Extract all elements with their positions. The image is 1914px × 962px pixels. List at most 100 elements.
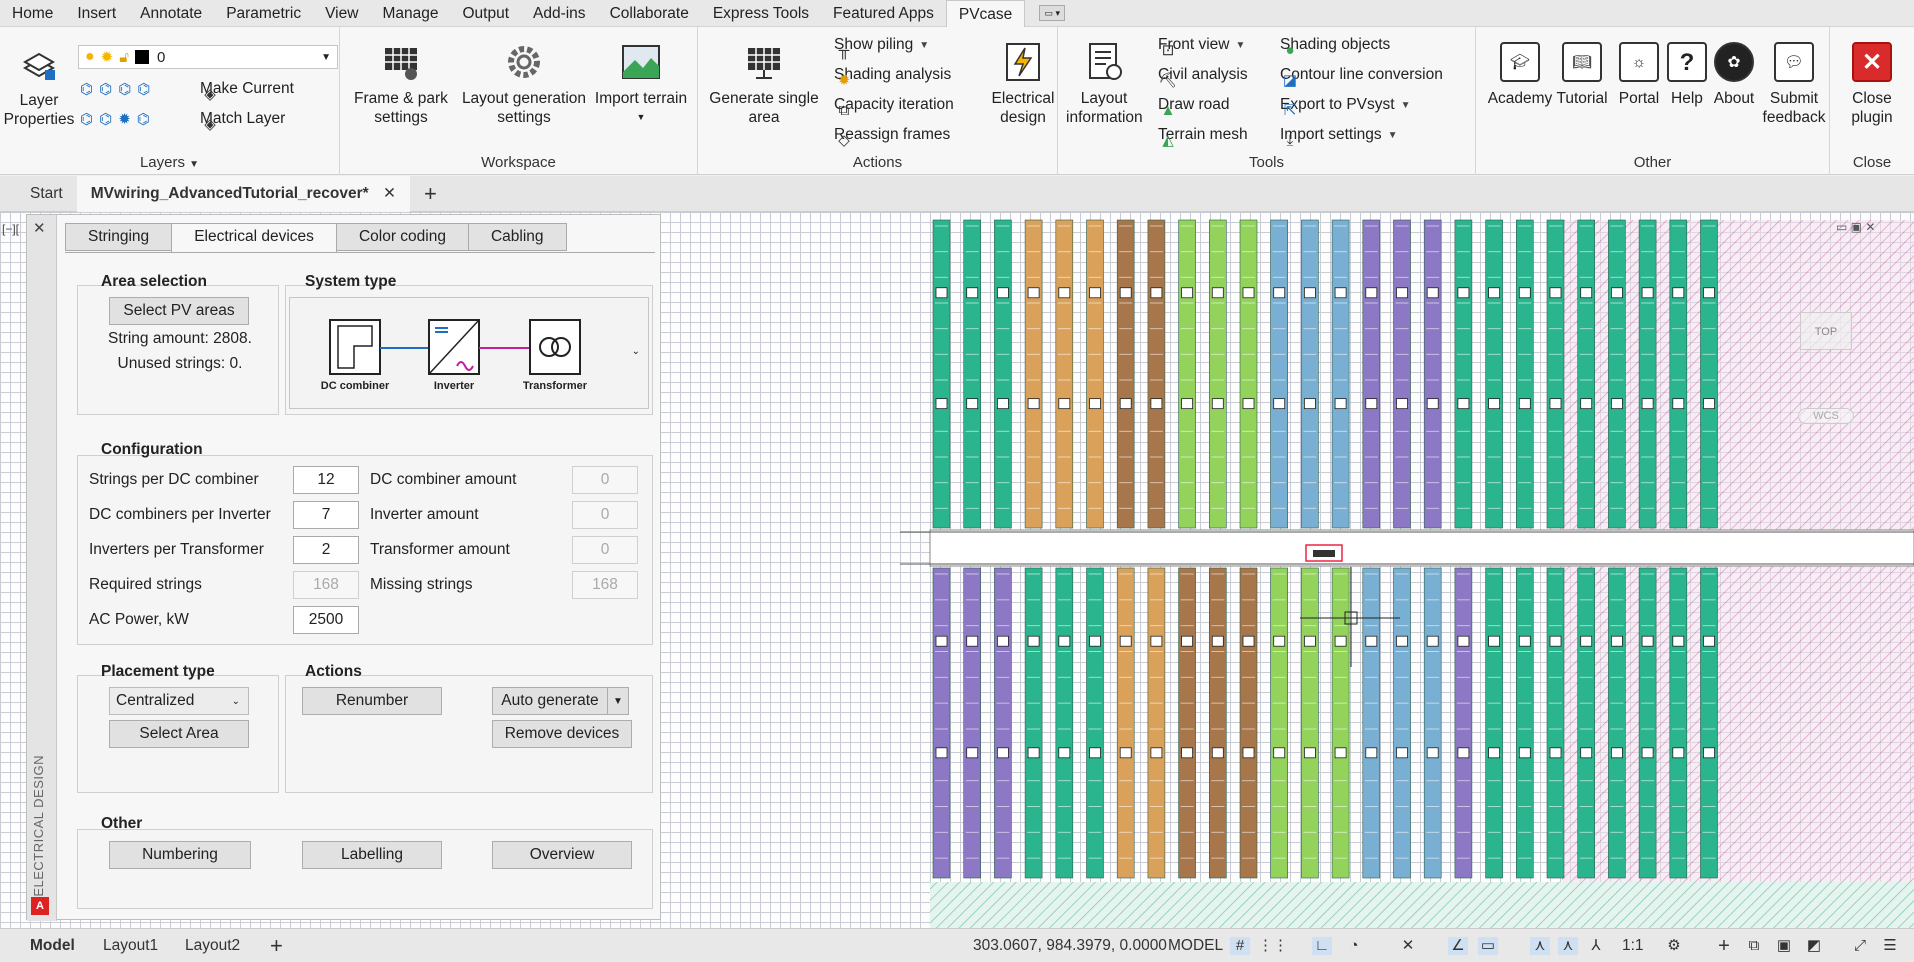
tab-annotate[interactable]: Annotate [128,0,214,27]
terrain-mesh-button[interactable]: ◭ Terrain mesh [1158,123,1248,149]
overview-button[interactable]: Overview [492,841,632,869]
osnap-tracking-icon[interactable]: ✕ [1398,937,1418,955]
contour-line-conversion-button[interactable]: ◪ Contour line conversion [1280,63,1443,89]
reassign-frames-button[interactable]: ◇ Reassign frames [834,123,950,149]
tab-home[interactable]: Home [0,0,65,27]
auto-generate-dropdown[interactable]: ▼ [607,687,629,715]
tab-collaborate[interactable]: Collaborate [598,0,701,27]
civil-analysis-button[interactable]: ⛏ Civil analysis [1158,63,1248,89]
tab-add-ins[interactable]: Add-ins [521,0,598,27]
draw-road-button[interactable]: ▲ Draw road [1158,93,1230,119]
wcs-menu[interactable]: WCS [1798,408,1854,424]
annotation-autoscale-icon[interactable]: ⋏ [1558,937,1578,955]
tab-featured-apps[interactable]: Featured Apps [821,0,946,27]
tab-pvcase[interactable]: PVcase [945,0,1026,27]
annotation-scale-value[interactable]: 1:1 [1622,929,1644,962]
academy-button[interactable]: 🎓︎ Academy [1482,41,1558,108]
show-piling-button[interactable]: ╥ Show piling ▼ [834,33,929,59]
selection-cycling-icon[interactable]: ▭ [1478,937,1498,955]
select-area-button[interactable]: Select Area [109,720,249,748]
generate-single-area-button[interactable]: Generate single area [704,41,824,127]
annotation-scale-icon[interactable]: ⅄ [1586,937,1606,955]
tab-express-tools[interactable]: Express Tools [701,0,821,27]
grid-icon[interactable]: # [1230,937,1250,955]
inverters-per-transformer-input[interactable]: 2 [293,536,359,564]
match-layer-button[interactable]: ◈ Match Layer [200,107,285,133]
import-terrain-button[interactable]: Import terrain ▼ [582,41,700,127]
close-tab-icon[interactable]: ✕ [383,185,396,202]
add-layout-button[interactable]: + [270,929,283,962]
tab-parametric[interactable]: Parametric [214,0,313,27]
placement-type-select[interactable]: Centralized ⌄ [109,687,249,715]
dc-per-inverter-input[interactable]: 7 [293,501,359,529]
plus-icon[interactable]: + [1714,936,1734,956]
shading-analysis-button[interactable]: ✹ Shading analysis [834,63,951,89]
system-type-selector[interactable]: DC combiner Inverter Transformer ⌄ [289,297,649,409]
electrical-design-button[interactable]: Electrical design [988,41,1058,127]
viewport-controls[interactable]: ▭ ▣ ✕ [1836,220,1875,234]
tutorial-button[interactable]: 📖︎ Tutorial [1552,41,1612,108]
ribbon-toggle-button[interactable]: ▭ ▾ [1039,5,1066,21]
add-tab-button[interactable]: + [410,176,451,212]
lineweight-icon[interactable]: ∠ [1448,937,1468,955]
missing-strings-label: Missing strings [370,576,473,593]
select-pv-areas-button[interactable]: Select PV areas [109,297,249,325]
front-view-button[interactable]: ⊡ Front view ▼ [1158,33,1245,59]
customize-menu-icon[interactable]: ☰ [1880,937,1900,955]
submit-feedback-button[interactable]: 💬︎ Submit feedback [1756,41,1832,127]
remove-devices-button[interactable]: Remove devices [492,720,632,748]
labelling-button[interactable]: Labelling [302,841,442,869]
tab-view[interactable]: View [313,0,370,27]
numbering-button[interactable]: Numbering [109,841,251,869]
panel-tools: Layout information ⊡ Front view ▼ ⛏ Civil a… [1058,27,1476,175]
hardware-acceleration-icon[interactable]: ▣ [1774,937,1794,955]
tab-start[interactable]: Start [16,176,77,212]
tab-model[interactable]: Model [30,929,75,962]
tab-layout1[interactable]: Layout1 [103,929,158,962]
tab-color-coding[interactable]: Color coding [335,223,469,251]
viewcube[interactable]: TOP [1800,312,1852,350]
layout-information-button[interactable]: Layout information [1066,41,1143,127]
tab-stringing[interactable]: Stringing [65,223,173,251]
panel-layers-title[interactable]: Layers ▼ [0,154,339,171]
strings-per-dc-input[interactable]: 12 [293,466,359,494]
pv-row-top [1055,219,1074,529]
renumber-button[interactable]: Renumber [302,687,442,715]
tab-electrical-devices[interactable]: Electrical devices [171,223,337,253]
make-current-button[interactable]: ◈ Make Current [200,77,294,103]
tab-current-drawing[interactable]: MVwiring_AdvancedTutorial_recover* ✕ [76,175,410,212]
import-settings-button[interactable]: ⤓ Import settings ▼ [1280,123,1398,149]
string-marker [1334,635,1347,647]
about-button[interactable]: ✿ About [1706,41,1762,108]
tab-insert[interactable]: Insert [65,0,128,27]
capacity-iteration-button[interactable]: ⧉ Capacity iteration [834,93,954,119]
portal-button[interactable]: ☼ Portal [1610,41,1668,108]
string-marker [997,287,1009,299]
auto-generate-button[interactable]: Auto generate [492,687,608,715]
layer-dropdown[interactable]: ● ✹ 🔓︎ 0 ▼ [78,45,338,69]
tab-output[interactable]: Output [450,0,521,27]
tab-cabling[interactable]: Cabling [467,223,567,251]
ortho-icon[interactable]: ∟ [1312,937,1332,955]
frame-park-settings-button[interactable]: Frame & park settings [346,41,456,127]
viewport-label[interactable]: [−][ [2,222,19,236]
fullscreen-icon[interactable]: ⤢ [1850,937,1870,955]
close-plugin-button[interactable]: ✕ Close plugin [1834,41,1910,127]
export-pvsyst-button[interactable]: ⇱ Export to PVsyst ▼ [1280,93,1410,119]
tab-manage[interactable]: Manage [370,0,450,27]
clean-screen-icon[interactable]: ◩ [1804,937,1824,955]
tab-layout2[interactable]: Layout2 [185,929,240,962]
model-space-toggle[interactable]: MODEL [1168,929,1223,962]
polar-icon[interactable]: ◔ [1344,937,1364,955]
shading-objects-button[interactable]: ● Shading objects [1280,33,1390,59]
gear-icon[interactable]: ⚙ [1664,937,1684,955]
snap-icon[interactable]: ⋮⋮ [1258,937,1288,955]
help-button[interactable]: ? Help [1662,41,1712,108]
layout-generation-settings-button[interactable]: Layout generation settings [444,41,604,127]
palette-close-icon[interactable]: ✕ [33,219,46,237]
inverters-per-transformer-label: Inverters per Transformer [89,541,264,558]
isolate-objects-icon[interactable]: ⧉ [1744,937,1764,955]
annotation-visibility-icon[interactable]: ⋏ [1530,937,1550,955]
ac-power-input[interactable]: 2500 [293,606,359,634]
layer-properties-button[interactable]: Layer Properties [2,43,76,129]
